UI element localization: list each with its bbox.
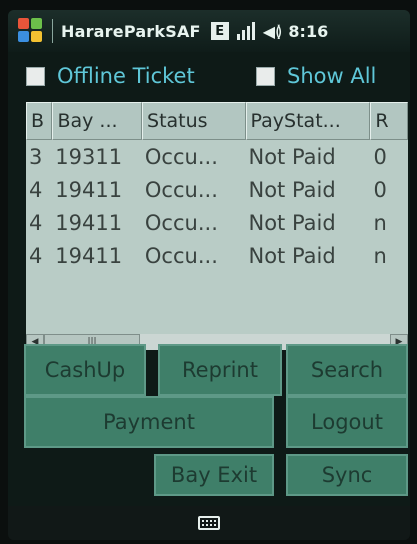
title-separator: [52, 19, 53, 43]
volume-icon[interactable]: ◀︎≬: [263, 22, 283, 41]
payment-button[interactable]: Payment: [24, 396, 274, 448]
e-status-icon: E: [210, 22, 229, 40]
cell-bay: 19411: [55, 243, 123, 268]
reprint-button[interactable]: Reprint: [158, 344, 282, 396]
signal-strength-icon[interactable]: [236, 20, 255, 42]
cell-r: 0: [373, 177, 387, 202]
sync-button[interactable]: Sync: [286, 454, 408, 496]
bays-grid[interactable]: B Bay ... Status PayStat... R 3 19311 Oc…: [26, 102, 408, 334]
show-all-label: Show All: [287, 64, 377, 88]
offline-ticket-label: Offline Ticket: [57, 64, 195, 88]
cell-r: 0: [373, 144, 387, 169]
cell-pay-status: Not Paid: [248, 210, 336, 235]
table-row[interactable]: 4 19411 Occu... Not Paid n: [26, 206, 408, 239]
cell-status: Occu...: [144, 144, 218, 169]
keyboard-icon[interactable]: [198, 516, 220, 530]
cell-b: 3: [29, 144, 43, 169]
title-bar: HarareParkSAF E ◀︎≬ 8:16: [8, 10, 410, 52]
soft-input-bar: [8, 506, 410, 540]
cell-status: Occu...: [144, 177, 218, 202]
show-all-checkbox-box[interactable]: [256, 66, 275, 86]
offline-ticket-checkbox-box[interactable]: [26, 66, 45, 86]
table-row[interactable]: 4 19411 Occu... Not Paid n: [26, 239, 408, 272]
column-header-r[interactable]: R: [370, 102, 408, 140]
column-header-bay-number[interactable]: B: [26, 102, 53, 140]
options-row: Offline Ticket Show All: [8, 60, 410, 92]
column-header-bay[interactable]: Bay ...: [52, 102, 143, 140]
cell-b: 4: [29, 243, 43, 268]
bay-exit-button[interactable]: Bay Exit: [154, 454, 274, 496]
cell-status: Occu...: [144, 210, 218, 235]
cell-b: 4: [29, 177, 43, 202]
cell-pay-status: Not Paid: [248, 144, 336, 169]
cashup-button[interactable]: CashUp: [24, 344, 146, 396]
clock[interactable]: 8:16: [288, 22, 328, 41]
windows-start-icon[interactable]: [18, 18, 44, 44]
device-screen: HarareParkSAF E ◀︎≬ 8:16 Offline Ticket …: [8, 10, 410, 540]
cell-r: n: [373, 243, 387, 268]
cell-bay: 19411: [55, 177, 123, 202]
cell-pay-status: Not Paid: [248, 177, 336, 202]
column-header-pay-status[interactable]: PayStat...: [245, 102, 371, 140]
cell-pay-status: Not Paid: [248, 243, 336, 268]
cell-bay: 19311: [55, 144, 123, 169]
cell-status: Occu...: [144, 243, 218, 268]
logout-button[interactable]: Logout: [286, 396, 408, 448]
cell-r: n: [373, 210, 387, 235]
column-header-status[interactable]: Status: [142, 102, 246, 140]
search-button[interactable]: Search: [286, 344, 408, 396]
grid-header-row: B Bay ... Status PayStat... R: [26, 102, 408, 140]
table-row[interactable]: 3 19311 Occu... Not Paid 0: [26, 140, 408, 173]
cell-b: 4: [29, 210, 43, 235]
show-all-checkbox[interactable]: Show All: [256, 64, 376, 88]
cell-bay: 19411: [55, 210, 123, 235]
offline-ticket-checkbox[interactable]: Offline Ticket: [26, 64, 195, 88]
table-row[interactable]: 4 19411 Occu... Not Paid 0: [26, 173, 408, 206]
app-title: HarareParkSAF: [61, 21, 201, 41]
